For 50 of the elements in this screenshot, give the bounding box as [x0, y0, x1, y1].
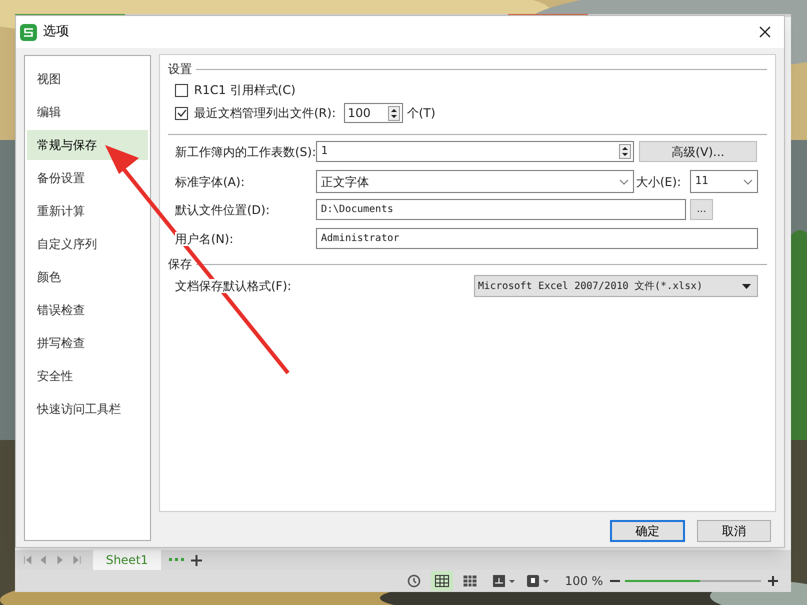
close-icon[interactable] [759, 26, 771, 38]
category-item[interactable]: 重新计算 [27, 196, 148, 226]
category-item[interactable]: 颜色 [27, 262, 148, 292]
field-label: 文档保存默认格式(F): [175, 279, 292, 293]
page-break-icon[interactable] [462, 575, 477, 587]
field-label: 用户名(N): [175, 232, 234, 246]
zoom-in-icon[interactable] [767, 575, 779, 587]
field-label: 新工作簿内的工作表数(S): [174, 144, 316, 160]
sheet-count-spinner[interactable]: 1 [316, 141, 634, 162]
unit-label: 个(T) [406, 105, 436, 122]
layout-icon[interactable] [492, 575, 517, 587]
dialog-title: 选项 [43, 23, 69, 42]
username-field[interactable]: Administrator [316, 228, 758, 249]
category-item[interactable]: 错误检查 [27, 294, 148, 324]
chevron-down-icon[interactable] [619, 178, 629, 184]
dropdown-arrow-icon[interactable] [742, 284, 751, 288]
history-icon[interactable] [406, 574, 421, 588]
section-heading: 设置 [168, 61, 192, 78]
location-field[interactable]: D:\Documents [316, 199, 686, 220]
sheet-tab[interactable]: Sheet1 [93, 550, 161, 570]
checkbox-label: R1C1 引用样式(C) [194, 82, 296, 99]
add-sheet-icon[interactable] [191, 554, 202, 566]
category-item[interactable]: 备份设置 [27, 162, 148, 192]
font-dropdown[interactable]: 正文字体 [316, 170, 634, 193]
category-item[interactable]: 自定义序列 [27, 228, 148, 258]
chevron-down-icon[interactable] [743, 178, 753, 184]
zoom-percent: 100 % [564, 573, 603, 590]
field-label: 默认文件位置(D): [174, 202, 271, 218]
checkbox[interactable] [175, 84, 188, 96]
normal-view-icon[interactable] [430, 571, 453, 591]
section-heading: 保存 [168, 256, 192, 273]
count-spinner[interactable]: 100 [344, 103, 403, 123]
category-item[interactable]: 安全性 [27, 360, 148, 390]
category-item[interactable]: 编辑 [27, 96, 148, 126]
reading-mode-icon[interactable] [526, 575, 551, 587]
cancel-button[interactable]: 取消 [697, 520, 771, 542]
advanced-button[interactable]: 高级(V)... [639, 141, 757, 162]
app-logo-icon [20, 24, 37, 40]
format-dropdown[interactable]: Microsoft Excel 2007/2010 文件(*.xlsx) [474, 275, 758, 297]
browse-button[interactable]: ... [690, 199, 713, 220]
category-item[interactable]: 常规与保存 [27, 130, 148, 160]
category-item[interactable]: 快速访问工具栏 [27, 394, 148, 424]
checkbox-label: 最近文档管理列出文件(R): [194, 105, 336, 122]
checkbox[interactable] [175, 106, 188, 120]
ok-button[interactable]: 确定 [610, 520, 685, 542]
field-label: 标准字体(A): [174, 174, 246, 190]
category-item[interactable]: 拼写检查 [27, 328, 148, 358]
category-item[interactable]: 视图 [27, 64, 148, 94]
size-dropdown[interactable]: 11 [690, 170, 758, 193]
field-label: 大小(E): [636, 174, 682, 190]
